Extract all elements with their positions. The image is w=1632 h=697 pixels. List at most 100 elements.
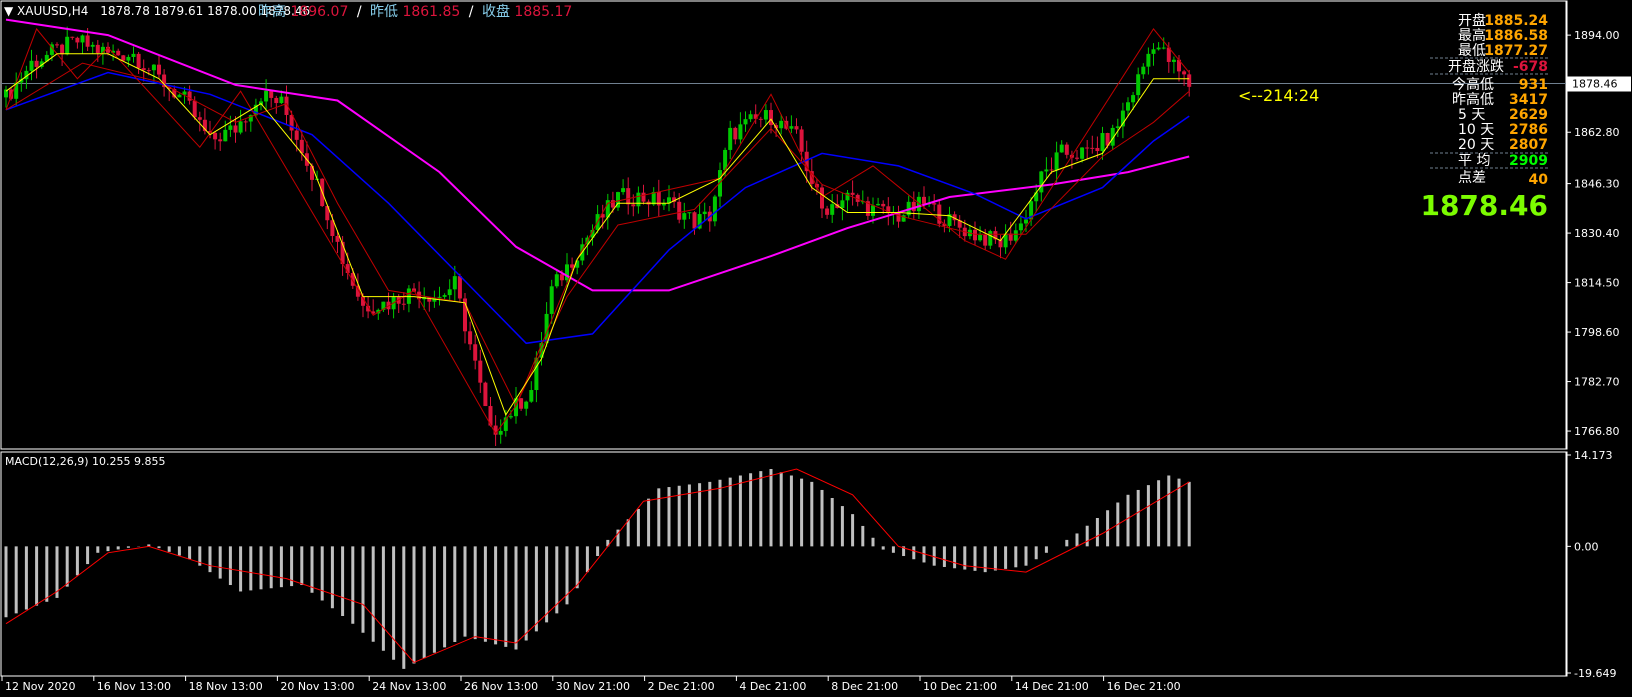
time-tick-label: 14 Dec 21:00 bbox=[1015, 680, 1089, 693]
info-spread-value: 40 bbox=[1529, 172, 1549, 188]
header-prev-high-label: 昨高 bbox=[258, 3, 286, 20]
candle-body bbox=[437, 296, 442, 298]
header-prev-low-value: 1861.85 bbox=[402, 4, 460, 20]
candle-body bbox=[1059, 144, 1064, 153]
candle-body bbox=[177, 94, 182, 98]
info-5day-label: 5 天 bbox=[1458, 107, 1485, 123]
time-tick-label: 10 Dec 21:00 bbox=[923, 680, 997, 693]
candle-body bbox=[728, 127, 733, 150]
header-stats: 昨高 1896.07 / 昨低 1861.85 / 收盘 1885.17 bbox=[258, 3, 572, 20]
price-tick-label: 1798.60 bbox=[1574, 326, 1620, 339]
candle-body bbox=[1013, 230, 1018, 241]
price-tick-label: 1846.30 bbox=[1574, 178, 1620, 191]
candle-body bbox=[932, 203, 937, 205]
candle-body bbox=[1090, 147, 1095, 149]
candle-body bbox=[1044, 169, 1049, 172]
candle-body bbox=[126, 56, 131, 61]
candle-body bbox=[825, 208, 830, 215]
candle-body bbox=[121, 55, 126, 61]
candle-body bbox=[978, 235, 983, 241]
candle-body bbox=[1018, 223, 1023, 231]
candle-body bbox=[922, 196, 926, 204]
info-10day-label: 10 天 bbox=[1458, 122, 1494, 138]
candle-body bbox=[498, 430, 503, 435]
macd-tick-label: -19.649 bbox=[1574, 667, 1616, 680]
candle-body bbox=[1171, 59, 1176, 62]
info-high-label: 最高 bbox=[1458, 27, 1486, 44]
candle-body bbox=[1182, 71, 1187, 75]
candle-body bbox=[702, 211, 707, 215]
candle-body bbox=[1126, 102, 1130, 111]
candle-body bbox=[310, 165, 314, 180]
info-spread-label: 点差 bbox=[1458, 170, 1486, 186]
candle-body bbox=[146, 70, 151, 72]
candle-body bbox=[794, 126, 799, 130]
candle-body bbox=[473, 344, 478, 361]
candle-body bbox=[238, 121, 243, 133]
time-tick-label: 12 Nov 2020 bbox=[5, 680, 75, 693]
info-yest-range-value: 3417 bbox=[1509, 92, 1548, 108]
candle-body bbox=[1161, 47, 1166, 49]
chart-canvas: 1894.00 1862.80 1846.30 1830.40 1814.50 1798.… bbox=[0, 0, 1631, 693]
candle-body bbox=[636, 192, 641, 207]
candle-body bbox=[661, 203, 666, 206]
candle-body bbox=[988, 231, 993, 246]
candle-body bbox=[651, 191, 656, 205]
header-arrow-icon: ▼ bbox=[4, 4, 17, 18]
info-today-range-value: 931 bbox=[1519, 77, 1548, 93]
candle-body bbox=[549, 286, 554, 314]
candle-body bbox=[75, 37, 80, 43]
header-prev-low-label: 昨低 bbox=[370, 4, 398, 20]
candle-body bbox=[279, 96, 284, 104]
candle-body bbox=[223, 129, 228, 142]
time-tick-label: 16 Dec 21:00 bbox=[1107, 680, 1181, 693]
candle-body bbox=[850, 192, 855, 195]
ma-mid-line bbox=[5, 62, 1190, 407]
header-sep-1: / bbox=[357, 4, 362, 20]
candle-body bbox=[233, 125, 238, 133]
candle-body bbox=[274, 97, 279, 104]
info-panel: 开盘 1885.24 最高 1886.58 最低 1877.27 开盘涨跌 -6… bbox=[1420, 12, 1548, 222]
candle-body bbox=[1024, 219, 1028, 224]
info-yest-range-label: 昨高低 bbox=[1452, 91, 1494, 108]
candle-body bbox=[141, 68, 146, 71]
candle-body bbox=[1146, 53, 1151, 67]
candle-body bbox=[55, 44, 59, 46]
chart-frame bbox=[0, 0, 1568, 677]
macd-histogram bbox=[4, 469, 1191, 669]
candle-body bbox=[442, 295, 447, 297]
candle-body bbox=[769, 110, 773, 126]
macd-axis: 14.173 0.00 -19.649 bbox=[1566, 449, 1616, 680]
candle-body bbox=[1080, 147, 1085, 159]
candle-body bbox=[677, 201, 682, 220]
info-10day-value: 2786 bbox=[1509, 122, 1548, 138]
price-tick-label: 1814.50 bbox=[1574, 277, 1620, 290]
macd-tick-label: 14.173 bbox=[1574, 449, 1613, 462]
candle-body bbox=[228, 125, 233, 130]
time-tick-label: 30 Nov 21:00 bbox=[556, 680, 630, 693]
candle-body bbox=[70, 36, 75, 38]
candle-body bbox=[758, 118, 763, 120]
macd-panel-border bbox=[0, 451, 1568, 677]
candle-body bbox=[80, 35, 85, 43]
candle-body bbox=[1075, 157, 1079, 159]
candle-body bbox=[820, 187, 824, 209]
candle-body bbox=[687, 212, 692, 214]
candle-body bbox=[1136, 74, 1141, 96]
info-high-value: 1886.58 bbox=[1484, 28, 1548, 44]
bar-countdown: <--214:24 bbox=[1238, 86, 1319, 105]
info-20day-label: 20 天 bbox=[1458, 137, 1494, 153]
candle-body bbox=[151, 64, 156, 71]
main-chart-border bbox=[0, 0, 1568, 450]
candle-body bbox=[95, 44, 100, 53]
candle-body bbox=[90, 44, 95, 47]
candle-body bbox=[264, 90, 269, 102]
time-tick-label: 16 Nov 13:00 bbox=[97, 680, 171, 693]
candle-body bbox=[483, 382, 488, 407]
candle-body bbox=[565, 264, 569, 281]
candle-body bbox=[1064, 144, 1069, 155]
candle-body bbox=[1151, 49, 1156, 54]
info-low-label: 最低 bbox=[1458, 43, 1486, 59]
candle-body bbox=[554, 274, 559, 287]
candle-body bbox=[983, 235, 988, 246]
